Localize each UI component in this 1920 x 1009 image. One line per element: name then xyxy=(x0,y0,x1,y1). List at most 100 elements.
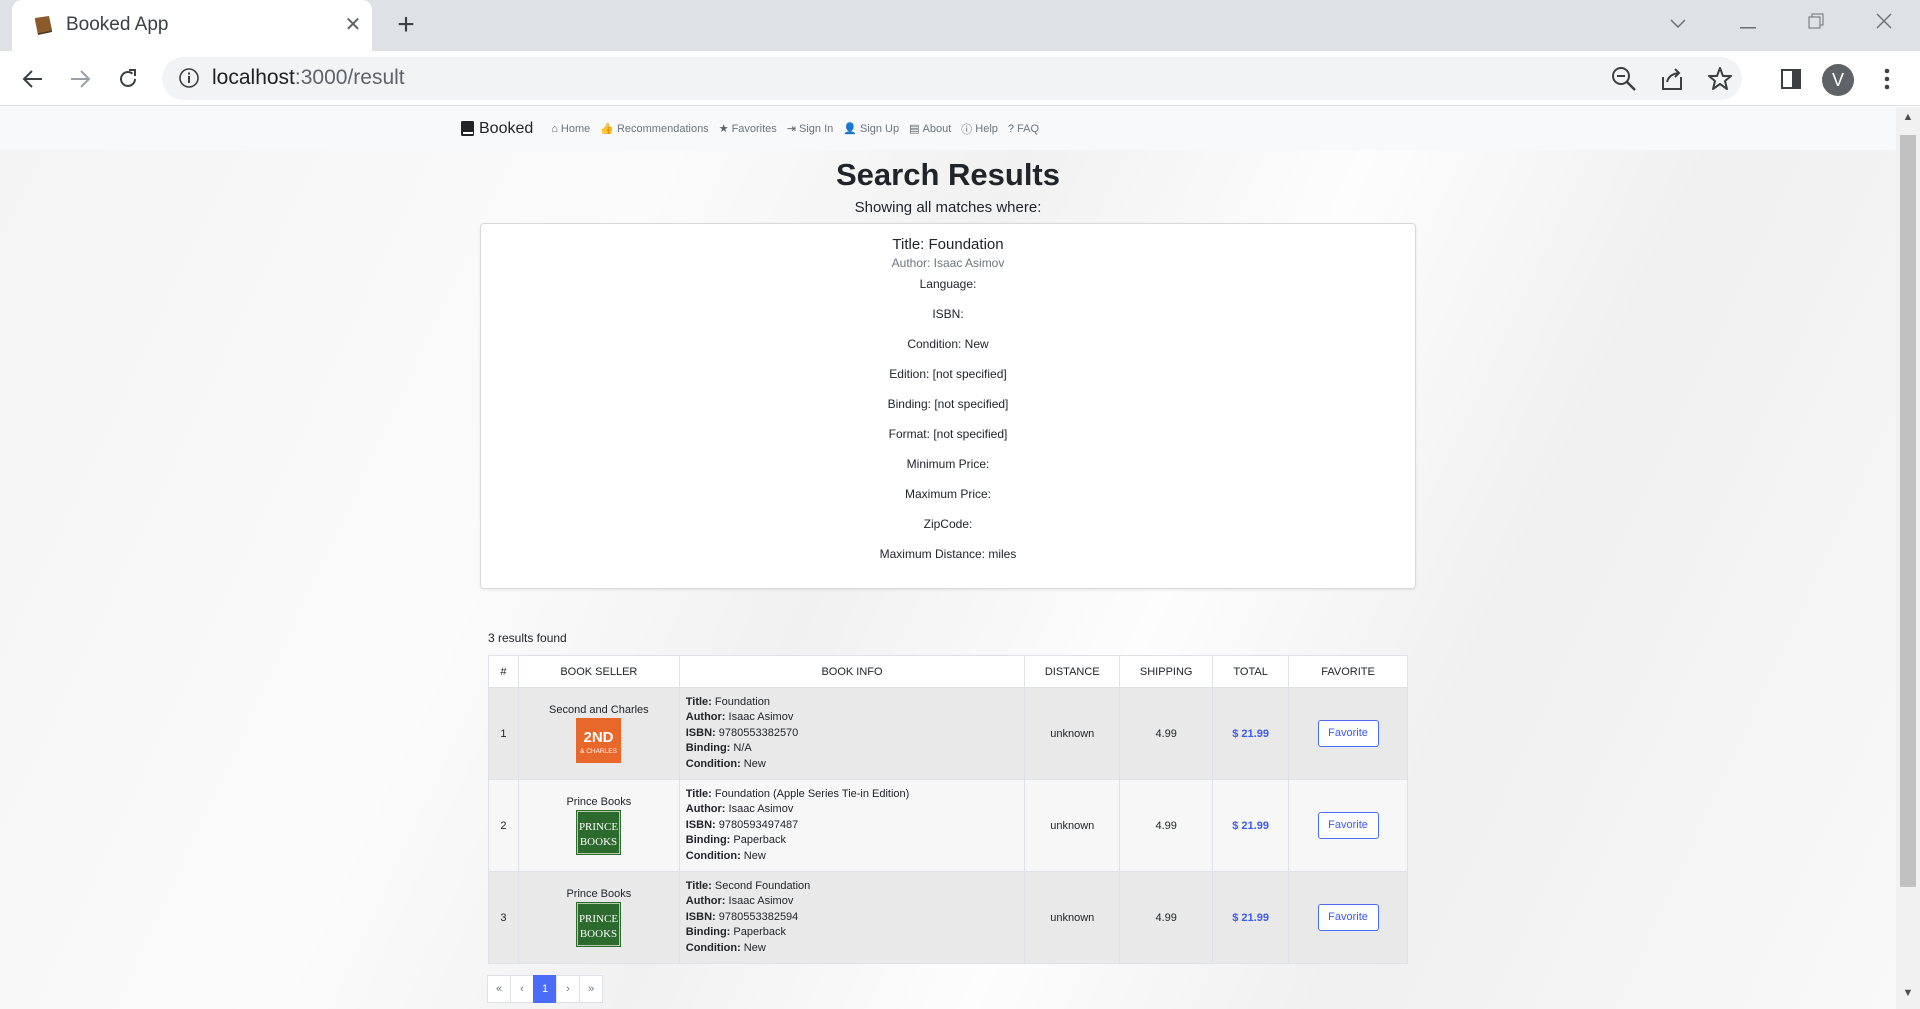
thumbs-up-icon: 👍 xyxy=(600,123,614,135)
id-card-icon: ▤ xyxy=(909,123,920,135)
tab-close-icon[interactable]: ✕ xyxy=(340,12,366,38)
nav-link-label: Sign In xyxy=(799,122,834,135)
browser-tabstrip: Booked App ✕ + xyxy=(0,0,1920,51)
brand-name: Booked xyxy=(479,119,534,137)
criteria-min-price: Minimum Price: xyxy=(906,457,990,471)
col-header-distance: DISTANCE xyxy=(1024,655,1121,688)
nav-link-label: FAQ xyxy=(1017,122,1040,135)
favorite-cell: Favorite xyxy=(1288,871,1408,964)
favorite-button[interactable]: Favorite xyxy=(1317,720,1379,747)
book-isbn: 9780553382594 xyxy=(718,910,799,923)
favorite-button[interactable]: Favorite xyxy=(1317,904,1379,931)
nav-link-label: Home xyxy=(560,122,591,135)
criteria-max-distance: Maximum Distance: miles xyxy=(879,547,1017,561)
browser-tab[interactable]: Booked App ✕ xyxy=(12,0,372,51)
book-binding: Paperback xyxy=(733,926,787,939)
second-and-charles-logo: 2ND & CHARLES xyxy=(576,718,622,763)
site-navbar: Booked ⌂ Home 👍 Recommendations ★ Favorites… xyxy=(0,107,1896,150)
question-icon: ? xyxy=(1007,122,1015,135)
scroll-up-arrow-icon[interactable]: ▲ xyxy=(1896,111,1920,127)
total-cell: $ 21.99 xyxy=(1212,871,1290,964)
forward-arrow-icon[interactable] xyxy=(63,62,97,96)
brand-link[interactable]: Booked xyxy=(461,120,533,138)
share-icon[interactable] xyxy=(1658,65,1686,93)
bookmark-star-icon[interactable] xyxy=(1706,65,1734,93)
page-title: Search Results xyxy=(836,157,1060,192)
sc-logo-line1: 2ND xyxy=(584,729,614,746)
book-title: Foundation (Apple Series Tie-in Edition) xyxy=(714,787,910,800)
restore-icon[interactable] xyxy=(1798,8,1834,38)
scroll-thumb[interactable] xyxy=(1900,135,1916,887)
nav-link-label: Help xyxy=(975,122,998,135)
reload-icon[interactable] xyxy=(111,62,145,96)
nav-link-sign-in[interactable]: ⇥ Sign In xyxy=(787,122,834,136)
page-scrollbar[interactable]: ▲ ▼ xyxy=(1896,107,1920,1009)
nav-link-favorites[interactable]: ★ Favorites xyxy=(719,122,777,136)
criteria-condition: Condition: New xyxy=(907,337,989,351)
criteria-zipcode: ZipCode: xyxy=(923,517,973,531)
nav-link-sign-up[interactable]: 👤 Sign Up xyxy=(843,122,899,136)
favorite-cell: Favorite xyxy=(1288,687,1408,780)
prince-logo-line1: PRINCE xyxy=(579,821,618,833)
nav-link-label: About xyxy=(922,122,952,135)
seller-cell: Prince Books PRINCE BOOKS xyxy=(517,779,680,872)
distance-cell: unknown xyxy=(1024,687,1121,780)
book-info-cell: Title: Foundation (Apple Series Tie-in E… xyxy=(678,779,1026,872)
distance-cell: unknown xyxy=(1024,779,1121,872)
book-isbn: 9780593497487 xyxy=(718,818,799,831)
nav-link-recommendations[interactable]: 👍 Recommendations xyxy=(600,122,708,136)
book-condition: New xyxy=(743,941,766,954)
nav-link-faq[interactable]: ? FAQ xyxy=(1008,123,1039,135)
menu-dots-icon[interactable] xyxy=(1870,62,1904,96)
distance-cell: unknown xyxy=(1024,871,1121,964)
favorite-button[interactable]: Favorite xyxy=(1317,812,1379,839)
row-number: 2 xyxy=(488,779,519,872)
page-next-button[interactable]: › xyxy=(556,975,580,1003)
new-tab-icon[interactable]: + xyxy=(390,9,422,41)
prince-logo-line1: PRINCE xyxy=(579,913,618,925)
sc-logo-line2: & CHARLES xyxy=(580,748,618,755)
page-current-button[interactable]: 1 xyxy=(533,975,557,1003)
zoom-out-icon[interactable] xyxy=(1610,65,1638,93)
url-text[interactable]: localhost:3000/result xyxy=(212,66,405,90)
address-bar[interactable]: localhost:3000/result xyxy=(162,57,1742,100)
criteria-author: Author: Isaac Asimov xyxy=(891,256,1005,270)
book-isbn: 9780553382570 xyxy=(718,726,799,739)
results-count: 3 results found xyxy=(488,631,567,645)
close-window-icon[interactable] xyxy=(1866,8,1902,38)
page-prev-button[interactable]: ‹ xyxy=(510,975,534,1003)
book-binding: N/A xyxy=(733,742,752,755)
seller-cell: Second and Charles 2ND & CHARLES xyxy=(517,687,680,780)
book-icon xyxy=(461,121,474,136)
back-arrow-icon[interactable] xyxy=(16,62,50,96)
tab-search-chevron-icon[interactable] xyxy=(1660,8,1696,38)
results-table: # BOOK SELLER BOOK INFO DISTANCE SHIPPIN… xyxy=(488,655,1408,964)
page-last-button[interactable]: » xyxy=(579,975,603,1003)
col-header-favorite: FAVORITE xyxy=(1288,655,1408,688)
page-first-button[interactable]: « xyxy=(487,975,511,1003)
row-number: 3 xyxy=(488,871,519,964)
book-title: Foundation xyxy=(714,695,770,708)
book-info-cell: Title: Foundation Author: Isaac Asimov I… xyxy=(678,687,1026,780)
results-header-row: # BOOK SELLER BOOK INFO DISTANCE SHIPPIN… xyxy=(488,655,1408,688)
prince-books-logo: PRINCE BOOKS xyxy=(576,902,622,947)
nav-link-help[interactable]: ⓘ Help xyxy=(961,121,998,137)
nav-link-home[interactable]: ⌂ Home xyxy=(551,123,590,135)
favorite-cell: Favorite xyxy=(1288,779,1408,872)
site-info-icon[interactable] xyxy=(178,67,200,89)
criteria-format: Format: [not specified] xyxy=(888,427,1008,441)
col-header-number: # xyxy=(488,655,519,688)
nav-link-about[interactable]: ▤ About xyxy=(909,122,952,136)
minimize-icon[interactable] xyxy=(1730,8,1766,38)
book-title: Second Foundation xyxy=(714,879,811,892)
prince-books-logo: PRINCE BOOKS xyxy=(576,810,622,855)
scroll-down-arrow-icon[interactable]: ▼ xyxy=(1896,987,1920,1003)
criteria-edition: Edition: [not specified] xyxy=(889,367,1007,381)
home-icon: ⌂ xyxy=(551,122,558,135)
book-favicon-icon xyxy=(35,16,52,35)
book-author: Isaac Asimov xyxy=(728,711,794,724)
col-header-total: TOTAL xyxy=(1212,655,1290,688)
total-cell: $ 21.99 xyxy=(1212,779,1290,872)
profile-avatar[interactable]: V xyxy=(1822,64,1854,96)
side-panel-icon[interactable] xyxy=(1774,62,1808,96)
